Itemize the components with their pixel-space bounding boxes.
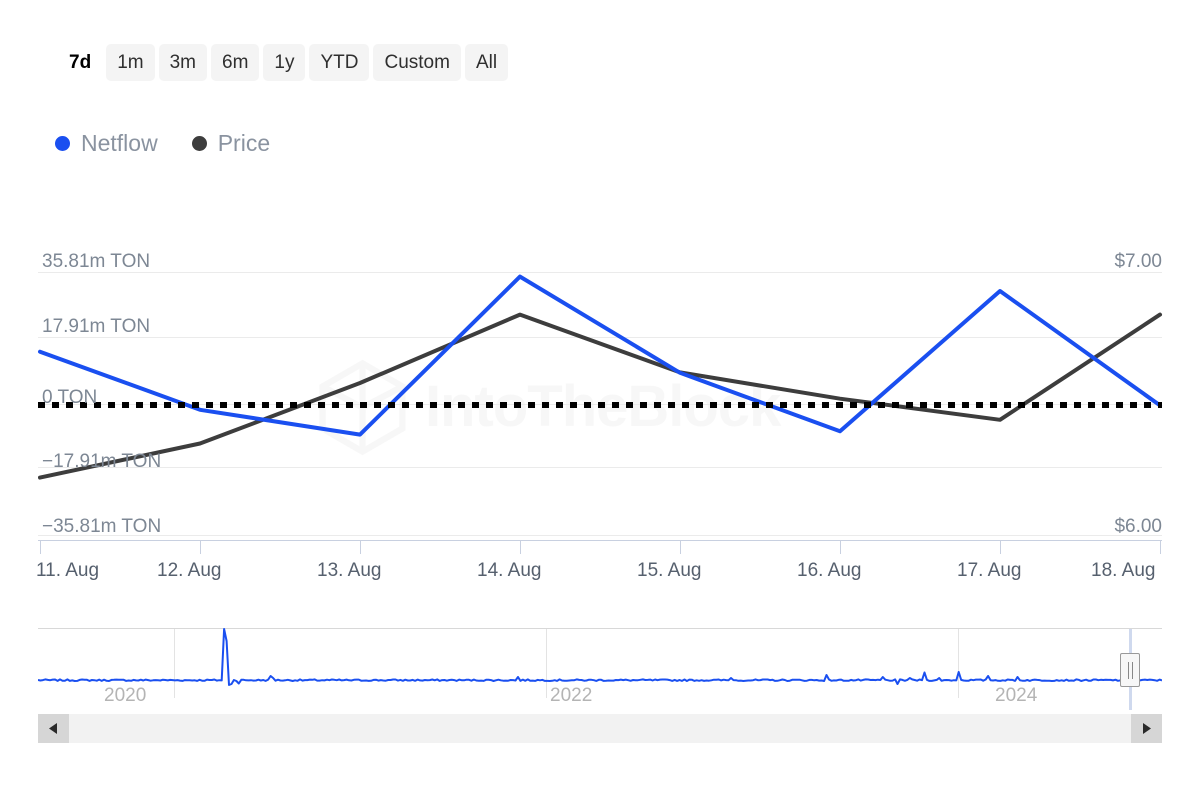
range-button-all[interactable]: All — [465, 44, 508, 81]
y-axis-label-left-0: 35.81m TON — [42, 252, 150, 271]
scrollbar-right-arrow-button[interactable] — [1131, 714, 1162, 743]
legend-dot-price — [192, 136, 207, 151]
range-button-7d[interactable]: 7d — [58, 44, 102, 81]
y-axis-label-left-1: 17.91m TON — [42, 317, 150, 336]
legend-label-netflow: Netflow — [81, 132, 158, 155]
x-axis-label-5: 16. Aug — [797, 561, 861, 580]
series-line-netflow — [40, 277, 1160, 435]
y-axis-label-left-2: 0 TON — [42, 388, 97, 407]
x-axis-label-4: 15. Aug — [637, 561, 701, 580]
x-axis-label-7: 18. Aug — [1091, 561, 1155, 580]
chart-svg — [0, 230, 1200, 590]
y-axis-label-left-3: −17.91m TON — [42, 452, 161, 471]
range-button-6m[interactable]: 6m — [211, 44, 259, 81]
chart-navigator[interactable]: 2020 2022 2024 — [38, 618, 1162, 710]
legend-label-price: Price — [218, 132, 270, 155]
x-axis-label-2: 13. Aug — [317, 561, 381, 580]
legend-item-netflow[interactable]: Netflow — [55, 132, 158, 155]
scrollbar-track[interactable] — [69, 714, 1131, 743]
range-button-1m[interactable]: 1m — [106, 44, 154, 81]
arrow-right-icon — [1141, 722, 1152, 735]
chart-plot-area[interactable]: 35.81m TON 17.91m TON 0 TON −17.91m TON … — [0, 230, 1200, 590]
x-axis-label-3: 14. Aug — [477, 561, 541, 580]
y-axis-label-left-4: −35.81m TON — [42, 517, 161, 536]
navigator-year-2022: 2022 — [550, 686, 592, 705]
x-axis-label-6: 17. Aug — [957, 561, 1021, 580]
series-line-price — [40, 315, 1160, 478]
navigator-series-line — [38, 629, 1162, 685]
chart-legend: Netflow Price — [55, 132, 270, 155]
navigator-year-2024: 2024 — [995, 686, 1037, 705]
navigator-svg — [38, 618, 1162, 710]
legend-dot-netflow — [55, 136, 70, 151]
navigator-year-2020: 2020 — [104, 686, 146, 705]
chart-scrollbar[interactable] — [38, 714, 1162, 743]
navigator-resize-handle-right[interactable] — [1120, 653, 1140, 687]
scrollbar-left-arrow-button[interactable] — [38, 714, 69, 743]
arrow-left-icon — [48, 722, 59, 735]
range-button-custom[interactable]: Custom — [373, 44, 460, 81]
legend-item-price[interactable]: Price — [192, 132, 270, 155]
range-button-ytd[interactable]: YTD — [309, 44, 369, 81]
x-axis-ticks — [41, 540, 1161, 554]
x-axis-label-0: 11. Aug — [36, 561, 99, 580]
range-button-3m[interactable]: 3m — [159, 44, 207, 81]
range-button-1y[interactable]: 1y — [263, 44, 305, 81]
x-axis-label-1: 12. Aug — [157, 561, 221, 580]
y-axis-label-right-4: $6.00 — [1114, 517, 1162, 536]
y-axis-label-right-0: $7.00 — [1114, 252, 1162, 271]
range-selector: 7d 1m 3m 6m 1y YTD Custom All — [58, 44, 508, 81]
